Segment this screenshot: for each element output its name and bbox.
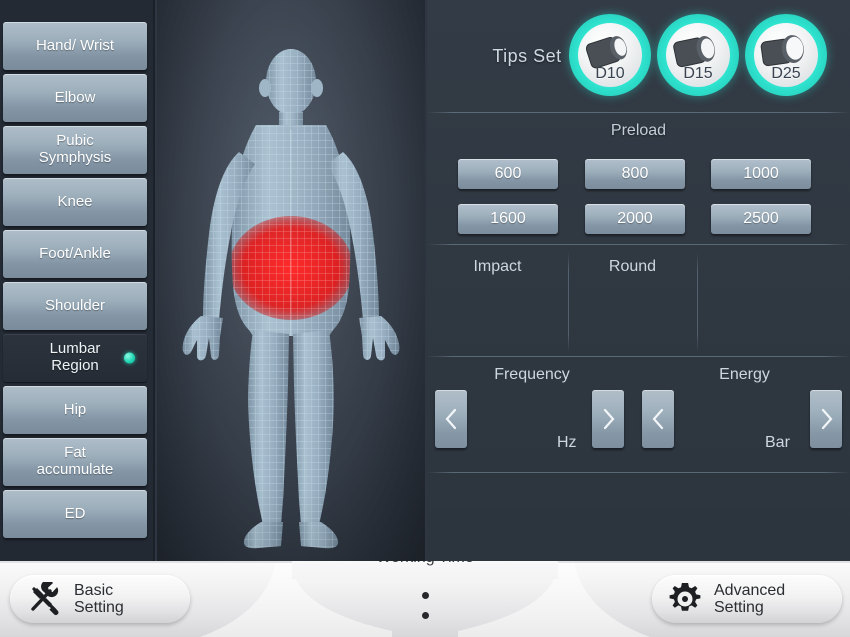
sidebar-item-label-2: accumulate — [36, 461, 114, 478]
sidebar-item-pubic-symphysis[interactable]: Pubic Symphysis — [3, 126, 147, 174]
sidebar-item-label-2: Symphysis — [38, 149, 112, 166]
basic-setting-button[interactable]: Basic Setting — [10, 575, 190, 623]
sidebar-item-elbow[interactable]: Elbow — [3, 74, 147, 122]
sidebar-item-label: Pubic — [56, 132, 94, 150]
energy-unit: Bar — [765, 434, 790, 451]
tip-icon-wrap: D10 — [578, 23, 642, 87]
divider — [697, 252, 698, 352]
working-time-label: Working Time — [292, 561, 558, 567]
preload-option-label: 1600 — [490, 210, 526, 227]
body-region-sidebar: Hand/ Wrist Elbow Pubic Symphysis Knee F… — [0, 0, 155, 561]
preload-option-2500[interactable]: 2500 — [711, 204, 811, 234]
round-label: Round — [608, 258, 657, 275]
impact-label: Impact — [473, 258, 522, 275]
control-panel: Tips Set D10 D15 D25 Preload 600 800 100… — [427, 0, 850, 561]
sidebar-item-ed[interactable]: ED — [3, 490, 147, 538]
preload-option-800[interactable]: 800 — [585, 159, 685, 189]
sidebar-item-hand-wrist[interactable]: Hand/ Wrist — [3, 22, 147, 70]
sidebar-item-shoulder[interactable]: Shoulder — [3, 282, 147, 330]
energy-label: Energy — [719, 366, 770, 383]
tip-button-d25[interactable]: D25 — [745, 14, 827, 96]
frequency-increment-button[interactable] — [592, 390, 624, 448]
preload-title: Preload — [610, 122, 667, 139]
chevron-left-icon — [445, 408, 456, 430]
wrench-screwdriver-icon — [31, 582, 59, 616]
tip-label: D10 — [595, 65, 625, 82]
chevron-left-icon — [652, 408, 663, 430]
preload-option-1000[interactable]: 1000 — [711, 159, 811, 189]
sidebar-item-label: Fat — [64, 444, 86, 462]
sidebar-item-label: Hip — [63, 401, 87, 419]
preload-option-label: 2500 — [743, 210, 779, 227]
energy-increment-button[interactable] — [810, 390, 842, 448]
selected-indicator-dot — [124, 352, 135, 364]
energy-decrement-button[interactable] — [642, 390, 674, 448]
advanced-setting-line-1: Advanced — [714, 581, 786, 599]
tip-label: D25 — [771, 65, 801, 82]
sidebar-item-label: ED — [64, 505, 86, 523]
bottom-toolbar: Working Time Bas — [0, 561, 850, 637]
working-time-display — [292, 579, 558, 631]
divider — [427, 356, 850, 357]
tip-icon-wrap: D25 — [754, 23, 818, 87]
colon-icon — [420, 591, 431, 619]
frequency-decrement-button[interactable] — [435, 390, 467, 448]
device-control-screen: Hand/ Wrist Elbow Pubic Symphysis Knee F… — [0, 0, 850, 637]
tip-button-d10[interactable]: D10 — [569, 14, 651, 96]
sidebar-item-hip[interactable]: Hip — [3, 386, 147, 434]
preload-option-label: 1000 — [743, 165, 779, 182]
preload-option-600[interactable]: 600 — [458, 159, 558, 189]
preload-option-label: 600 — [494, 165, 522, 182]
sidebar-item-label: Hand/ Wrist — [35, 37, 115, 55]
basic-setting-label: Basic Setting — [74, 582, 124, 617]
sidebar-item-lumbar-region[interactable]: Lumbar Region — [3, 334, 147, 382]
preload-option-label: 800 — [621, 165, 649, 182]
tip-icon-wrap: D15 — [666, 23, 730, 87]
sidebar-item-fat-accumulate[interactable]: Fat accumulate — [3, 438, 147, 486]
basic-setting-line-1: Basic — [74, 581, 114, 599]
sidebar-item-label-2: Region — [51, 357, 99, 374]
tip-label: D15 — [683, 65, 713, 82]
sidebar-item-knee[interactable]: Knee — [3, 178, 147, 226]
sidebar-item-label: Lumbar — [49, 340, 101, 358]
sidebar-item-foot-ankle[interactable]: Foot/Ankle — [3, 230, 147, 278]
sidebar-item-label: Foot/Ankle — [39, 245, 111, 263]
gear-icon — [669, 583, 701, 611]
preload-option-label: 2000 — [617, 210, 653, 227]
human-body-wireframe-icon — [182, 49, 400, 549]
chevron-right-icon — [603, 408, 614, 430]
advanced-setting-line-2: Setting — [714, 599, 764, 616]
body-diagram-panel[interactable] — [157, 0, 425, 561]
sidebar-item-label: Shoulder — [44, 297, 106, 315]
preload-option-2000[interactable]: 2000 — [585, 204, 685, 234]
preload-option-1600[interactable]: 1600 — [458, 204, 558, 234]
divider — [427, 244, 850, 245]
frequency-label: Frequency — [494, 366, 570, 383]
sidebar-item-label: Knee — [57, 193, 93, 211]
chevron-right-icon — [821, 408, 832, 430]
advanced-setting-button[interactable]: Advanced Setting — [652, 575, 842, 623]
tip-button-d15[interactable]: D15 — [657, 14, 739, 96]
sidebar-item-label: Elbow — [54, 89, 96, 107]
advanced-setting-label: Advanced Setting — [714, 582, 785, 617]
divider — [427, 472, 850, 473]
divider — [427, 112, 850, 113]
basic-setting-line-2: Setting — [74, 599, 124, 616]
frequency-unit: Hz — [557, 434, 577, 451]
